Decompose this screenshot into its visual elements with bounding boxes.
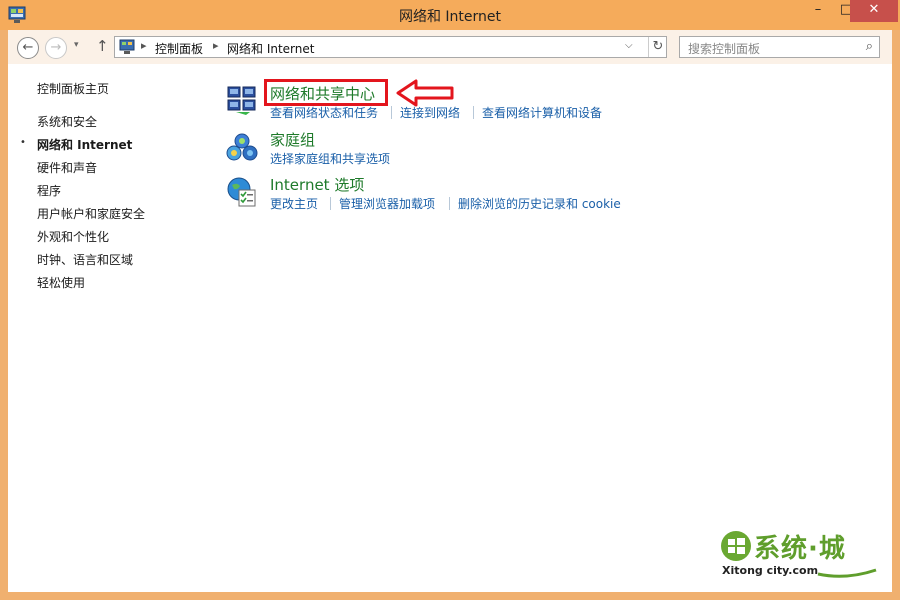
sidebar-item-network-internet[interactable]: 网络和 Internet: [37, 136, 132, 153]
homegroup-icon[interactable]: [226, 132, 258, 164]
watermark-site: Xitong city.com: [722, 564, 819, 577]
current-item-bullet: •: [20, 137, 26, 148]
control-panel-window: 网络和 Internet – □ ✕ ← → ▾ ↑ ▸ 控制面板 ▸ 网络和 …: [0, 0, 900, 600]
sidebar-control-panel-home[interactable]: 控制面板主页: [37, 80, 109, 97]
view-network-status-link[interactable]: 查看网络状态和任务: [270, 104, 378, 121]
sidebar-item-hardware-sound[interactable]: 硬件和声音: [37, 159, 97, 176]
recent-locations-dropdown[interactable]: ▾: [74, 40, 79, 50]
internet-options-icon[interactable]: [226, 176, 258, 208]
highlight-box: [264, 79, 388, 106]
sidebar-item-system-security[interactable]: 系统和安全: [37, 113, 97, 130]
address-bar[interactable]: ▸ 控制面板 ▸ 网络和 Internet ⌵ ↻: [114, 36, 667, 58]
minimize-button[interactable]: –: [804, 0, 832, 22]
refresh-button[interactable]: ↻: [648, 37, 667, 57]
change-homepage-link[interactable]: 更改主页: [270, 195, 318, 212]
search-placeholder[interactable]: 搜索控制面板: [688, 40, 760, 57]
homegroup-sharing-options-link[interactable]: 选择家庭组和共享选项: [270, 150, 390, 167]
content-pane: 控制面板主页 系统和安全 • 网络和 Internet 硬件和声音 程序 用户帐…: [8, 64, 892, 592]
back-button[interactable]: ←: [17, 37, 39, 59]
red-arrow-icon: [396, 79, 454, 107]
delete-browsing-history-link[interactable]: 删除浏览的历史记录和 cookie: [458, 195, 621, 212]
close-button[interactable]: ✕: [850, 0, 898, 22]
internet-options-title[interactable]: Internet 选项: [270, 174, 364, 195]
windows-logo-icon: [721, 531, 751, 561]
manage-addons-link[interactable]: 管理浏览器加载项: [339, 195, 435, 212]
sidebar-item-appearance[interactable]: 外观和个性化: [37, 228, 109, 245]
link-separator: [473, 106, 474, 119]
watermark-underline-icon: [817, 568, 877, 578]
breadcrumb-control-panel[interactable]: 控制面板: [155, 40, 203, 57]
up-button[interactable]: ↑: [96, 37, 109, 55]
control-panel-icon: [119, 39, 135, 54]
breadcrumb-separator-icon[interactable]: ▸: [213, 39, 219, 52]
watermark: 系统·城 Xitong city.com: [720, 526, 880, 586]
breadcrumb-network-internet[interactable]: 网络和 Internet: [227, 40, 314, 57]
link-separator: [449, 197, 450, 210]
address-history-dropdown[interactable]: ⌵: [625, 40, 633, 51]
network-sharing-center-icon[interactable]: [226, 84, 258, 116]
sidebar-item-programs[interactable]: 程序: [37, 182, 61, 199]
sidebar-item-user-accounts[interactable]: 用户帐户和家庭安全: [37, 205, 145, 222]
forward-button[interactable]: →: [45, 37, 67, 59]
link-separator: [330, 197, 331, 210]
title-bar[interactable]: 网络和 Internet – □ ✕: [0, 0, 900, 30]
search-box[interactable]: 搜索控制面板 ⌕: [679, 36, 880, 58]
window-title: 网络和 Internet: [398, 9, 502, 25]
view-network-computers-link[interactable]: 查看网络计算机和设备: [482, 104, 602, 121]
homegroup-title[interactable]: 家庭组: [270, 129, 315, 150]
watermark-brand: 系统·城: [754, 534, 846, 564]
link-separator: [391, 106, 392, 119]
sidebar-item-clock-language[interactable]: 时钟、语言和区域: [37, 251, 133, 268]
sidebar-item-ease-of-access[interactable]: 轻松使用: [37, 274, 85, 291]
breadcrumb-separator-icon[interactable]: ▸: [141, 39, 147, 52]
search-icon[interactable]: ⌕: [866, 39, 873, 54]
